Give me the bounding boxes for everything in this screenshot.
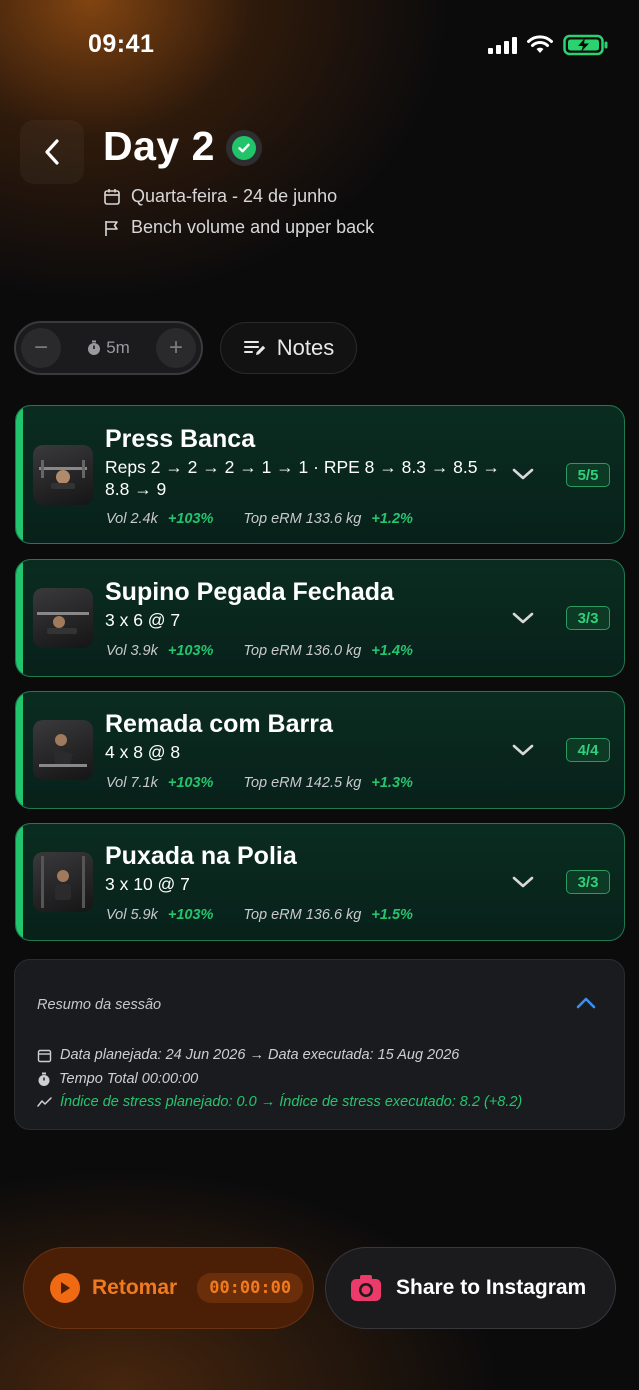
- trend-icon: [37, 1097, 52, 1107]
- chevron-down-icon[interactable]: [512, 611, 534, 625]
- exercise-name: Puxada na Polia: [105, 842, 297, 870]
- volume-delta: +103%: [167, 907, 214, 923]
- exercise-card[interactable]: Supino Pegada Fechada 3 x 6 @ 7 Vol 3.9k…: [15, 559, 625, 677]
- plus-icon: +: [168, 334, 183, 361]
- workout-focus-row: Bench volume and upper back: [103, 217, 374, 238]
- sets-completed-badge: 3/3: [566, 606, 610, 630]
- decrease-timer-button[interactable]: −: [21, 328, 61, 368]
- exercise-stats: Vol 7.1k +103% Top eRM 142.5 kg +1.3%: [106, 775, 413, 791]
- sets-line-1: Reps 2 → 2 → 2 → 1 → 1 · RPE 8 → 8.3 → 8…: [105, 457, 500, 477]
- exercise-sets: Reps 2 → 2 → 2 → 1 → 1 · RPE 8 → 8.3 → 8…: [105, 456, 500, 500]
- volume-value: Vol 3.9k: [106, 643, 158, 659]
- timer-display: 5m: [87, 338, 130, 358]
- sets-completed-badge: 5/5: [566, 463, 610, 487]
- share-instagram-button[interactable]: Share to Instagram: [325, 1247, 616, 1329]
- erm-delta: +1.2%: [371, 511, 413, 527]
- exercise-thumbnail: [33, 588, 93, 648]
- exercise-thumbnail: [33, 720, 93, 780]
- battery-charging-icon: [563, 34, 608, 56]
- erm-value: Top eRM 136.6 kg: [243, 907, 362, 923]
- share-label: Share to Instagram: [396, 1276, 587, 1299]
- volume-delta: +103%: [167, 511, 214, 527]
- chevron-down-icon[interactable]: [512, 875, 534, 889]
- exercise-stats: Vol 5.9k +103% Top eRM 136.6 kg +1.5%: [106, 907, 413, 923]
- resume-timer: 00:00:00: [197, 1273, 304, 1303]
- cellular-signal-icon: [488, 36, 517, 54]
- status-time: 09:41: [88, 30, 155, 58]
- wifi-icon: [527, 35, 553, 53]
- card-accent: [16, 560, 23, 676]
- exercise-name: Supino Pegada Fechada: [105, 578, 394, 606]
- summary-dates: Data planejada: 24 Jun 2026 → Data execu…: [60, 1047, 460, 1063]
- flag-icon: [105, 220, 118, 236]
- summary-title: Resumo da sessão: [37, 997, 162, 1013]
- card-accent: [16, 406, 23, 543]
- exercise-stats: Vol 3.9k +103% Top eRM 136.0 kg +1.4%: [106, 643, 413, 659]
- notes-edit-icon: [243, 341, 265, 355]
- play-icon: [50, 1273, 80, 1303]
- summary-stress-row: Índice de stress planejado: 0.0 → Índice…: [37, 1094, 522, 1110]
- camera-icon: [351, 1275, 381, 1301]
- workout-date-row: Quarta-feira - 24 de junho: [103, 186, 337, 207]
- exercise-card[interactable]: Puxada na Polia 3 x 10 @ 7 Vol 5.9k +103…: [15, 823, 625, 941]
- volume-delta: +103%: [167, 775, 214, 791]
- stopwatch-icon: [38, 1072, 50, 1086]
- resume-label: Retomar: [92, 1276, 178, 1299]
- chevron-down-icon[interactable]: [512, 467, 534, 481]
- stopwatch-icon: [88, 340, 101, 355]
- summary-dates-row: Data planejada: 24 Jun 2026 → Data execu…: [37, 1047, 459, 1063]
- volume-delta: +103%: [167, 643, 214, 659]
- calendar-icon: [37, 1049, 52, 1062]
- card-accent: [16, 692, 23, 808]
- notes-button[interactable]: Notes: [220, 322, 357, 374]
- erm-value: Top eRM 142.5 kg: [243, 775, 362, 791]
- back-button[interactable]: [20, 120, 84, 184]
- sets-completed-badge: 4/4: [566, 738, 610, 762]
- status-icons: [488, 34, 609, 56]
- exercise-sets: 3 x 6 @ 7: [105, 610, 181, 630]
- exercise-stats: Vol 2.4k +103% Top eRM 133.6 kg +1.2%: [106, 511, 413, 527]
- exercise-name: Remada com Barra: [105, 710, 333, 738]
- exercise-thumbnail: [33, 852, 93, 912]
- card-accent: [16, 824, 23, 940]
- increase-timer-button[interactable]: +: [156, 328, 196, 368]
- volume-value: Vol 5.9k: [106, 907, 158, 923]
- session-summary-panel: Resumo da sessão Data planejada: 24 Jun …: [14, 959, 625, 1130]
- chevron-down-icon[interactable]: [512, 743, 534, 757]
- erm-value: Top eRM 133.6 kg: [243, 511, 362, 527]
- minus-icon: −: [33, 334, 48, 361]
- sets-completed-badge: 3/3: [566, 870, 610, 894]
- timer-value: 5m: [106, 338, 130, 357]
- volume-value: Vol 7.1k: [106, 775, 158, 791]
- notes-label: Notes: [276, 335, 335, 360]
- workout-date: Quarta-feira - 24 de junho: [131, 186, 338, 206]
- summary-stress: Índice de stress planejado: 0.0 → Índice…: [60, 1094, 523, 1110]
- erm-delta: +1.5%: [371, 907, 413, 923]
- workout-focus: Bench volume and upper back: [131, 217, 375, 237]
- volume-value: Vol 2.4k: [106, 511, 158, 527]
- sets-line-2: 8.8 → 9: [105, 479, 167, 499]
- page-title: Day 2: [103, 123, 215, 169]
- exercise-sets: 4 x 8 @ 8: [105, 742, 181, 762]
- chevron-up-icon[interactable]: [576, 996, 596, 1010]
- erm-delta: +1.3%: [371, 775, 413, 791]
- summary-time-row: Tempo Total 00:00:00: [37, 1071, 198, 1087]
- resume-button[interactable]: Retomar 00:00:00: [23, 1247, 314, 1329]
- exercise-thumbnail: [33, 445, 93, 505]
- erm-value: Top eRM 136.0 kg: [243, 643, 362, 659]
- erm-delta: +1.4%: [371, 643, 413, 659]
- calendar-icon: [104, 188, 120, 205]
- exercise-card[interactable]: Remada com Barra 4 x 8 @ 8 Vol 7.1k +103…: [15, 691, 625, 809]
- chevron-left-icon: [45, 139, 59, 165]
- exercise-card[interactable]: Press Banca Reps 2 → 2 → 2 → 1 → 1 · RPE…: [15, 405, 625, 544]
- rest-timer-control: − 5m +: [14, 321, 203, 375]
- exercise-sets: 3 x 10 @ 7: [105, 874, 190, 894]
- exercise-name: Press Banca: [105, 425, 256, 453]
- summary-total-time: Tempo Total 00:00:00: [59, 1071, 199, 1087]
- completed-check-icon: [226, 130, 262, 166]
